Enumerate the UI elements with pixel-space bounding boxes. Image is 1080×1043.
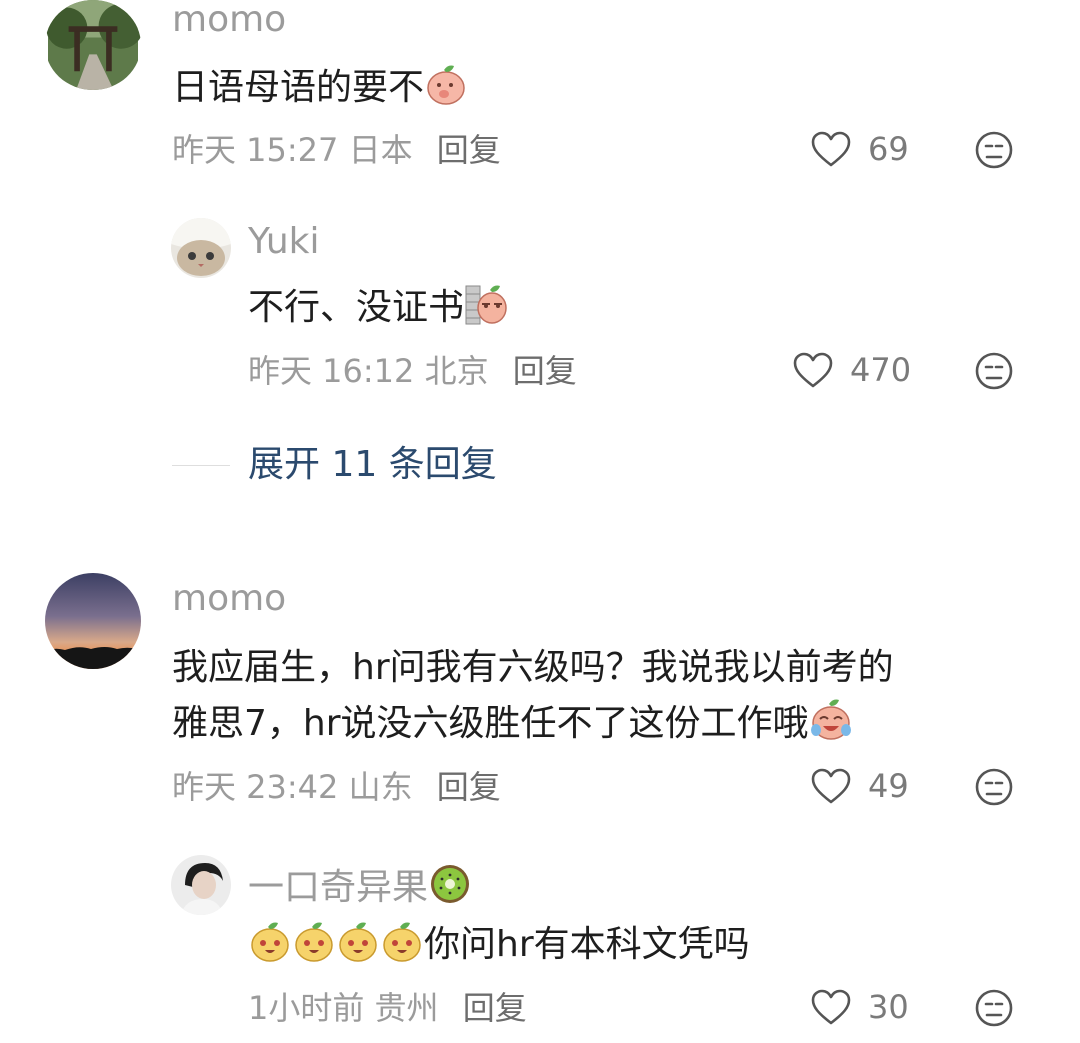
comment-location: 北京 xyxy=(424,352,489,390)
comment-meta: 昨天 15:27 日本 回复 xyxy=(172,130,501,170)
reply-button[interactable]: 回复 xyxy=(437,768,501,806)
peeking-peach-emoji-icon xyxy=(464,282,508,326)
kiwi-icon xyxy=(428,862,472,906)
comment-text: 不行、没证书 xyxy=(248,280,508,336)
person-avatar-image xyxy=(171,855,231,915)
avatar[interactable] xyxy=(171,218,231,278)
reply-button[interactable]: 回复 xyxy=(463,989,527,1027)
comment-meta: 昨天 16:12 北京 回复 xyxy=(248,351,577,391)
laughing-mango-emoji-icon xyxy=(380,919,424,963)
cat-avatar-image xyxy=(171,218,231,278)
laughing-mango-emoji-icon xyxy=(336,919,380,963)
comment-time: 昨天 16:12 xyxy=(248,352,415,390)
like-count: 69 xyxy=(868,130,909,168)
expand-divider xyxy=(172,465,230,466)
comment-text: 日语母语的要不 xyxy=(172,60,468,116)
like-button[interactable]: 470 xyxy=(792,351,911,389)
heart-icon xyxy=(811,768,851,804)
laughing-mango-emoji-icon xyxy=(248,919,292,963)
comment-text: 我应届生，hr问我有六级吗？我说我以前考的 雅思7，hr说没六级胜任不了这份工作… xyxy=(172,647,894,744)
comment-location: 日本 xyxy=(348,131,413,169)
comment-author[interactable]: 一口奇异果 xyxy=(248,862,472,908)
like-button[interactable]: 30 xyxy=(810,988,909,1026)
avatar[interactable] xyxy=(45,573,141,669)
comment-text: 你问hr有本科文凭吗 xyxy=(248,917,750,973)
comment-time: 昨天 23:42 xyxy=(172,768,339,806)
comment-author[interactable]: momo xyxy=(172,579,286,619)
dislike-face-icon[interactable] xyxy=(974,988,1014,1028)
avatar[interactable] xyxy=(45,0,141,90)
comment-author[interactable]: momo xyxy=(172,0,286,40)
like-count: 470 xyxy=(850,351,912,389)
heart-icon xyxy=(811,989,851,1025)
reply-button[interactable]: 回复 xyxy=(437,131,501,169)
heart-icon xyxy=(793,352,833,388)
like-count: 30 xyxy=(868,988,909,1026)
dislike-face-icon[interactable] xyxy=(974,351,1014,391)
shy-peach-emoji-icon xyxy=(424,62,468,106)
reply-button[interactable]: 回复 xyxy=(513,352,577,390)
comment-author[interactable]: Yuki xyxy=(248,222,320,262)
like-button[interactable]: 69 xyxy=(810,130,909,168)
comment-time: 1小时前 xyxy=(248,989,365,1027)
comment-meta: 1小时前 贵州 回复 xyxy=(248,988,527,1028)
heart-icon xyxy=(811,131,851,167)
laughing-mango-emoji-icon xyxy=(292,919,336,963)
dislike-face-icon[interactable] xyxy=(974,130,1014,170)
comment-location: 贵州 xyxy=(374,989,439,1027)
avatar[interactable] xyxy=(171,855,231,915)
expand-replies-button[interactable]: 展开 11 条回复 xyxy=(248,443,497,487)
dislike-face-icon[interactable] xyxy=(974,767,1014,807)
crying-laughing-peach-emoji-icon xyxy=(809,698,853,742)
like-count: 49 xyxy=(868,767,909,805)
comment-time: 昨天 15:27 xyxy=(172,131,339,169)
like-button[interactable]: 49 xyxy=(810,767,909,805)
comment-location: 山东 xyxy=(348,768,413,806)
forest-avatar-image xyxy=(46,0,141,90)
comment-meta: 昨天 23:42 山东 回复 xyxy=(172,767,501,807)
sunset-avatar-image xyxy=(45,573,141,669)
